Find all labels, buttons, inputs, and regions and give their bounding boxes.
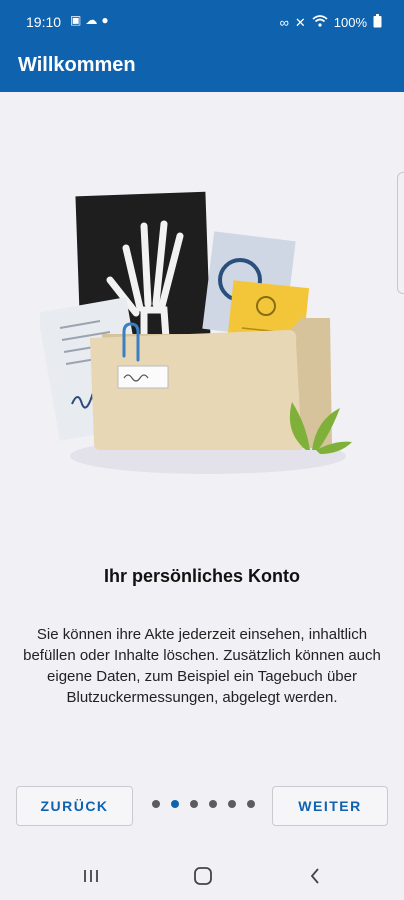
- battery-level: 100%: [333, 15, 367, 30]
- recent-apps-icon[interactable]: [76, 864, 106, 888]
- onboarding-heading: Ihr persönliches Konto: [103, 566, 301, 586]
- onboarding-illustration: [37, 188, 360, 478]
- page-dot[interactable]: [209, 800, 217, 808]
- page-dot[interactable]: [247, 800, 255, 808]
- system-nav-bar: [0, 852, 404, 900]
- page-indicator: [152, 800, 255, 808]
- app-bar: Willkommen: [0, 44, 404, 92]
- home-icon[interactable]: [188, 864, 218, 888]
- mute-icon: ✕: [294, 14, 306, 30]
- page-dot[interactable]: [152, 800, 160, 808]
- onboarding-description: Sie können ihre Akte jederzeit einsehen,…: [23, 626, 381, 706]
- status-bar: 19:10 ▣☁● ∞ ✕ 100%: [0, 0, 404, 44]
- next-button[interactable]: WEITER: [272, 786, 388, 826]
- page-dot-active[interactable]: [171, 800, 179, 808]
- wifi-icon: [312, 15, 328, 30]
- pin-icon: ●: [101, 13, 113, 27]
- status-time: 19:10: [26, 14, 62, 30]
- page-title: Willkommen: [18, 54, 136, 76]
- status-right: ∞ ✕ 100%: [280, 14, 382, 31]
- page-dot[interactable]: [190, 800, 198, 808]
- page-dot[interactable]: [228, 800, 236, 808]
- edge-panel-handle[interactable]: [397, 172, 404, 294]
- status-left-icons: ▣☁●: [70, 13, 113, 27]
- back-button[interactable]: ZURÜCK: [16, 786, 133, 826]
- photo-icon: ▣: [70, 13, 86, 27]
- back-icon[interactable]: [300, 864, 330, 888]
- link-icon: ∞: [279, 15, 289, 30]
- cloud-icon: ☁: [85, 13, 102, 27]
- battery-icon: [373, 14, 382, 31]
